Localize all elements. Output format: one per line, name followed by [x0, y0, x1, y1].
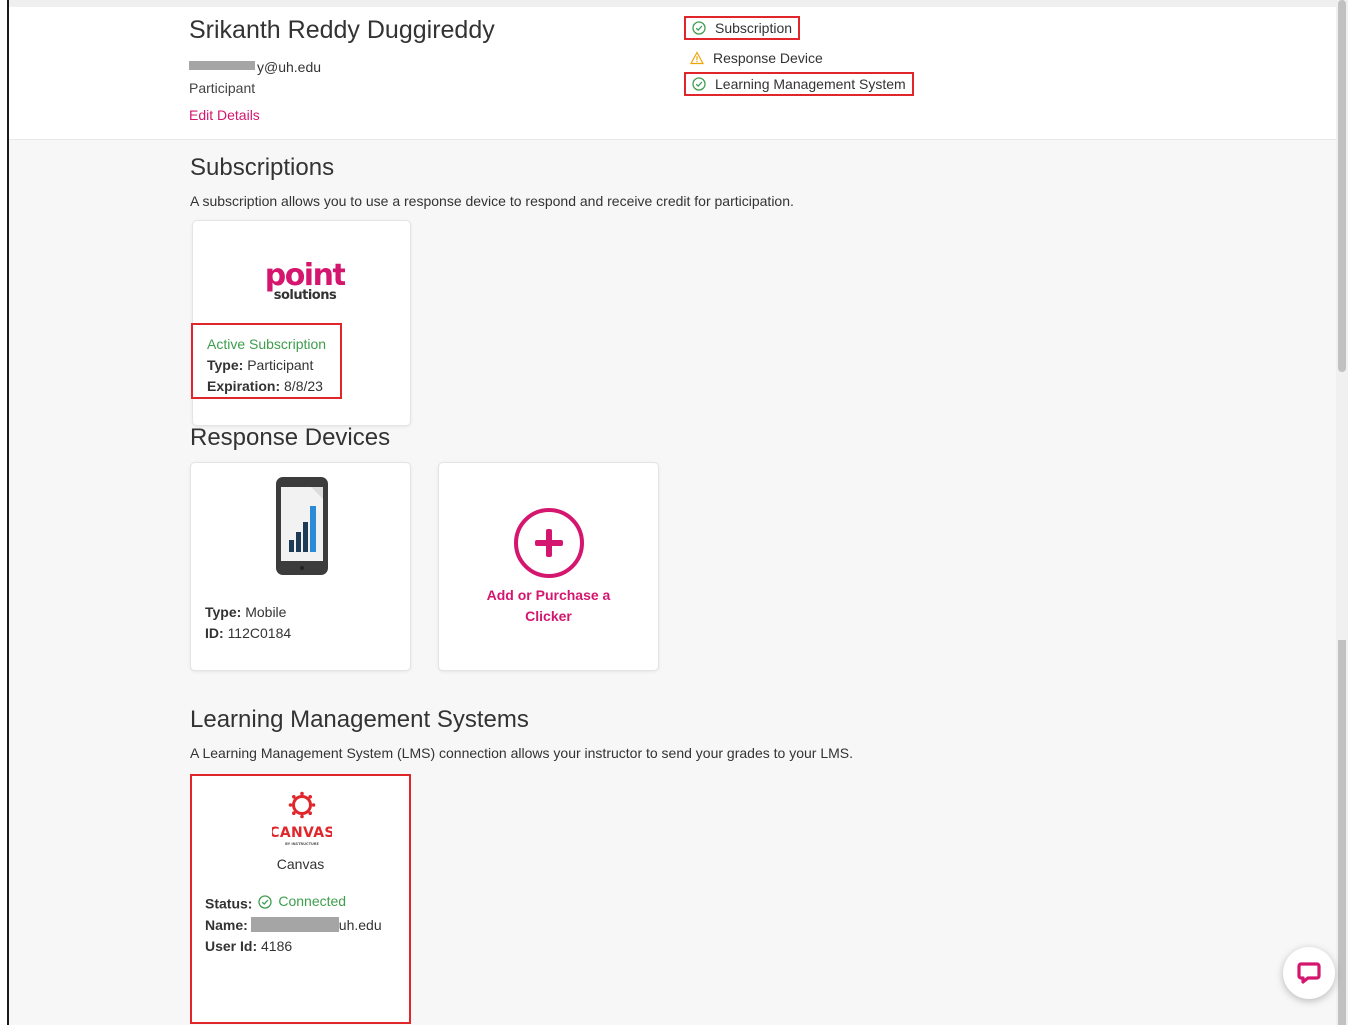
- subscriptions-description: A subscription allows you to use a respo…: [190, 193, 794, 209]
- user-role: Participant: [189, 80, 256, 96]
- svg-text:solutions: solutions: [274, 288, 337, 303]
- lms-user-name: Name: uh.edu: [205, 916, 382, 933]
- subscription-expiration: Expiration: 8/8/23: [207, 378, 323, 394]
- subscription-status: Active Subscription: [207, 336, 327, 352]
- check-circle-icon: [692, 21, 706, 35]
- mobile-phone-icon: [276, 477, 328, 575]
- svg-text:CANVAS: CANVAS: [272, 825, 332, 841]
- edit-details-link[interactable]: Edit Details: [189, 107, 260, 123]
- scrollbar-thumb[interactable]: [1338, 0, 1346, 372]
- device-id: ID: 112C0184: [205, 625, 292, 641]
- add-clicker-card[interactable]: Add or Purchase a Clicker: [438, 462, 659, 671]
- subscription-card[interactable]: point solutions Active Subscription Type…: [191, 220, 411, 426]
- response-devices-title: Response Devices: [190, 424, 391, 451]
- plus-circle-icon: [514, 508, 584, 578]
- profile-header: Srikanth Reddy Duggireddy y@uh.edu Parti…: [9, 0, 1336, 140]
- status-response-device: Response Device: [684, 46, 829, 70]
- window-left-edge: [0, 0, 9, 1025]
- warning-triangle-icon: [690, 51, 704, 65]
- lms-title: Learning Management Systems: [190, 706, 529, 733]
- scrollbar-lower-track: [1338, 640, 1346, 1025]
- email-suffix: y@uh.edu: [257, 59, 322, 75]
- connected-status: Connected: [256, 891, 346, 912]
- lms-card[interactable]: CANVAS BY INSTRUCTURE Canvas Status: Con…: [190, 774, 411, 1024]
- vertical-scrollbar[interactable]: [1336, 0, 1348, 1025]
- redacted-email-block: [189, 61, 255, 70]
- check-circle-icon: [692, 77, 706, 91]
- subscription-details: Active Subscription Type: Participant Ex…: [191, 323, 342, 399]
- lms-description: A Learning Management System (LMS) conne…: [190, 745, 853, 761]
- device-details: Type: Mobile ID: 112C0184: [205, 602, 291, 644]
- device-type: Type: Mobile: [205, 604, 287, 620]
- subscription-type: Type: Participant: [207, 357, 314, 373]
- redacted-name-block: [250, 916, 339, 932]
- status-subscription: Subscription: [684, 16, 801, 40]
- user-email: y@uh.edu: [189, 59, 321, 75]
- subscriptions-title: Subscriptions: [190, 154, 335, 181]
- status-label: Response Device: [713, 50, 823, 66]
- add-clicker-label: Add or Purchase a Clicker: [486, 587, 611, 624]
- lms-status: Status: Connected: [205, 891, 347, 912]
- svg-text:BY INSTRUCTURE: BY INSTRUCTURE: [285, 842, 319, 846]
- chat-launcher-button[interactable]: [1283, 947, 1335, 999]
- lms-details: Status: Connected Name: uh.edu User Id: 4…: [205, 891, 382, 957]
- status-label: Subscription: [715, 20, 793, 36]
- canvas-logo: CANVAS BY INSTRUCTURE: [272, 791, 332, 846]
- lms-user-id: User Id: 4186: [205, 937, 293, 954]
- lms-name: Canvas: [276, 856, 325, 872]
- user-name: Srikanth Reddy Duggireddy: [189, 16, 495, 44]
- chat-bubble-icon: [1297, 962, 1321, 984]
- profile-page: Srikanth Reddy Duggireddy y@uh.edu Parti…: [9, 0, 1336, 1025]
- device-card[interactable]: Type: Mobile ID: 112C0184: [190, 462, 411, 671]
- point-solutions-logo: point solutions: [265, 258, 345, 303]
- status-label: Learning Management System: [715, 76, 906, 92]
- check-circle-icon: [258, 894, 272, 909]
- status-lms: Learning Management System: [684, 72, 914, 96]
